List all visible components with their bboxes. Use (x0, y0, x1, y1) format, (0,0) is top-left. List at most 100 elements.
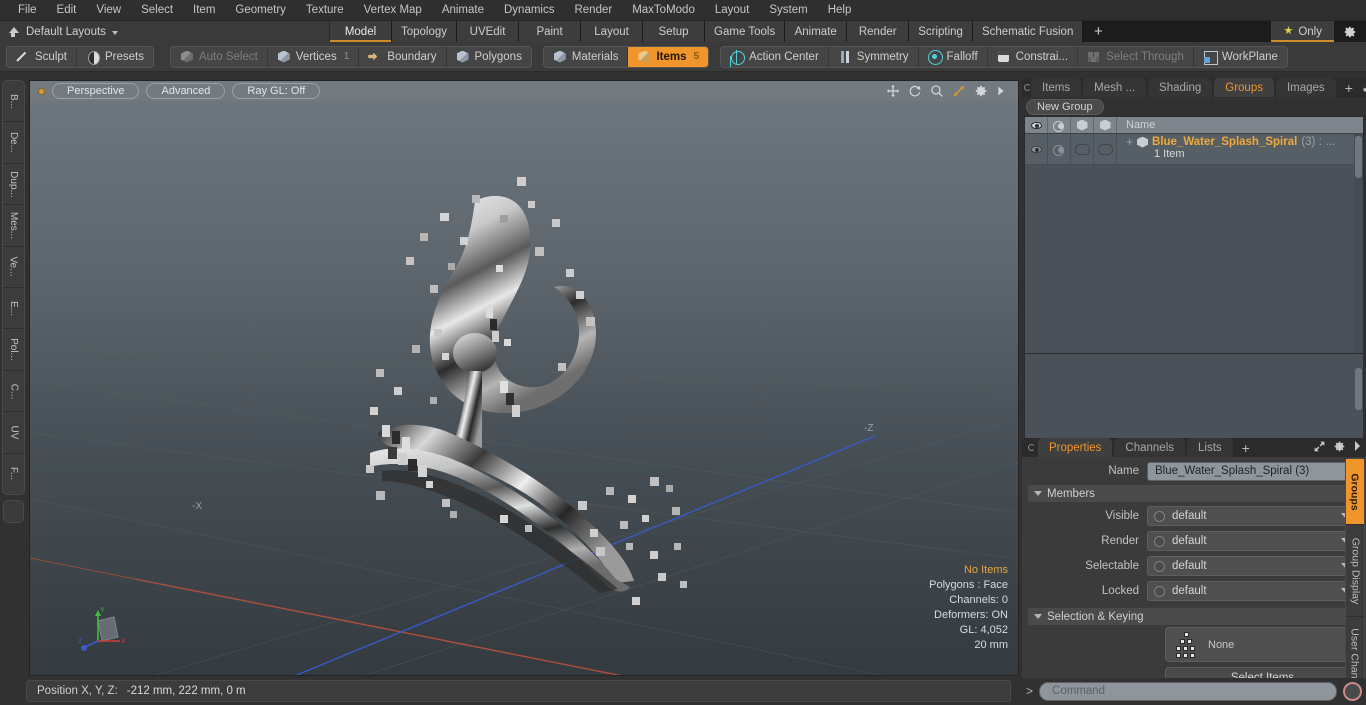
locked-dropdown[interactable]: default (1147, 581, 1358, 601)
layout-tab-schematic-fusion[interactable]: Schematic Fusion (972, 21, 1084, 42)
play-icon[interactable] (996, 84, 1010, 98)
gear-icon[interactable] (974, 84, 988, 98)
left-toolbox-extra-button[interactable] (3, 500, 24, 523)
falloff-button[interactable]: Falloff (919, 46, 988, 67)
panel-tab-images[interactable]: Images (1275, 78, 1336, 97)
materials-button[interactable]: Materials (544, 46, 629, 67)
rotate-icon[interactable] (908, 84, 922, 98)
auto-select-button[interactable]: Auto Select (171, 46, 268, 67)
render-dropdown[interactable]: default (1147, 531, 1358, 551)
left-tab-edge[interactable]: E... (3, 288, 24, 330)
left-tab-duplicate[interactable]: Dup... (3, 164, 24, 206)
panel-tab-mesh[interactable]: Mesh ... (1083, 78, 1147, 97)
select-through-button[interactable]: Select Through (1078, 46, 1194, 67)
gear-icon[interactable] (1333, 440, 1346, 456)
menu-item-render[interactable]: Render (564, 0, 622, 21)
vertices-button[interactable]: Vertices 1 (268, 46, 360, 67)
layout-tab-render[interactable]: Render (847, 21, 910, 42)
selection-keying-section-header[interactable]: Selection & Keying (1028, 608, 1360, 625)
name-field[interactable]: Blue_Water_Splash_Spiral (3) (1147, 461, 1358, 481)
table-row[interactable]: + Blue_Water_Splash_Spiral (3) : ... 1 I… (1025, 134, 1363, 165)
record-icon[interactable] (1343, 681, 1362, 701)
layout-tab-animate[interactable]: Animate (785, 21, 848, 42)
layout-tab-setup[interactable]: Setup (643, 21, 706, 42)
selection-set-dropdown[interactable]: None (1165, 627, 1360, 662)
expand-icon[interactable] (1362, 80, 1366, 96)
tab-lists[interactable]: Lists (1187, 438, 1233, 457)
left-tab-mesh[interactable]: Mes... (3, 205, 24, 247)
menu-item-layout[interactable]: Layout (705, 0, 760, 21)
action-center-button[interactable]: Action Center (721, 46, 829, 67)
menu-item-geometry[interactable]: Geometry (225, 0, 296, 21)
row-cube-toggle[interactable] (1071, 134, 1094, 164)
add-panel-tab-button[interactable]: + (1338, 78, 1360, 97)
layout-tab-uvedit[interactable]: UVEdit (457, 21, 520, 42)
panel-tab-shading[interactable]: Shading (1148, 78, 1213, 97)
layout-settings-button[interactable] (1334, 21, 1366, 42)
menu-item-item[interactable]: Item (183, 0, 225, 21)
left-tab-fusion[interactable]: F... (3, 454, 24, 494)
groups-list-scroll-thumb[interactable] (1355, 368, 1362, 410)
left-tab-uv[interactable]: UV (3, 412, 24, 454)
members-section-header[interactable]: Members (1028, 485, 1360, 502)
items-button[interactable]: Items 5 (628, 46, 709, 67)
expand-icon[interactable] (1313, 440, 1326, 456)
menu-item-texture[interactable]: Texture (296, 0, 354, 21)
panel-tab-groups[interactable]: Groups (1214, 78, 1274, 97)
visible-dropdown[interactable]: default (1147, 506, 1358, 526)
viewport-active-dot[interactable] (38, 87, 45, 95)
menu-item-view[interactable]: View (86, 0, 131, 21)
presets-button[interactable]: Presets (77, 47, 153, 67)
viewport-view-mode-button[interactable]: Perspective (52, 83, 140, 99)
vtab-groups[interactable]: Groups (1346, 459, 1364, 525)
zoom-icon[interactable] (930, 84, 944, 98)
workplane-button[interactable]: WorkPlane (1194, 47, 1287, 67)
left-tab-polygon[interactable]: Pol... (3, 329, 24, 371)
menu-item-system[interactable]: System (759, 0, 817, 21)
viewport-3d[interactable]: -X -Z Perspective Advanced Ray GL: Off N… (29, 80, 1019, 676)
layout-selector[interactable]: Default Layouts (0, 21, 330, 42)
symmetry-button[interactable]: Symmetry (829, 46, 919, 67)
row-expander-icon[interactable]: + (1126, 136, 1133, 148)
move-icon[interactable] (886, 84, 900, 98)
new-group-button[interactable]: New Group (1026, 98, 1104, 115)
tab-properties[interactable]: Properties (1038, 438, 1113, 457)
only-toggle-button[interactable]: ★ Only (1271, 21, 1334, 42)
viewport-shading-button[interactable]: Advanced (146, 83, 226, 99)
vtab-group-display[interactable]: Group Display (1346, 525, 1364, 617)
panel-menu-icon[interactable] (1024, 78, 1031, 97)
left-tab-deform[interactable]: De... (3, 122, 24, 164)
menu-item-vertex-map[interactable]: Vertex Map (354, 0, 432, 21)
add-properties-tab-button[interactable]: + (1235, 438, 1257, 457)
chevron-right-icon[interactable] (1353, 440, 1361, 455)
row-visibility-toggle[interactable] (1025, 134, 1048, 164)
layout-tab-paint[interactable]: Paint (519, 21, 582, 42)
menu-item-dynamics[interactable]: Dynamics (494, 0, 564, 21)
left-tab-vertex[interactable]: Ve... (3, 247, 24, 289)
left-tab-basic[interactable]: B... (3, 81, 24, 123)
tab-channels[interactable]: Channels (1114, 438, 1186, 457)
boundary-button[interactable]: Boundary (359, 46, 447, 67)
polygons-button[interactable]: Polygons (447, 47, 531, 67)
viewport-raygl-button[interactable]: Ray GL: Off (232, 83, 321, 99)
layout-tab-scripting[interactable]: Scripting (909, 21, 973, 42)
viewport-axis-gizmo[interactable]: Y X Z (78, 601, 138, 657)
panel-menu-icon[interactable] (1024, 438, 1038, 457)
layout-tab-layout[interactable]: Layout (581, 21, 644, 42)
fit-icon[interactable] (952, 84, 966, 98)
menu-item-file[interactable]: File (8, 0, 47, 21)
command-input[interactable]: Command (1039, 681, 1337, 701)
menu-item-help[interactable]: Help (818, 0, 862, 21)
menu-item-edit[interactable]: Edit (47, 0, 87, 21)
groups-list[interactable]: Name + Blue_Water_Splash_Spiral (3) : ..… (1024, 116, 1364, 354)
layout-tab-game-tools[interactable]: Game Tools (705, 21, 786, 42)
layout-tab-topology[interactable]: Topology (392, 21, 458, 42)
menu-item-animate[interactable]: Animate (432, 0, 494, 21)
menu-item-maxtomodo[interactable]: MaxToModo (622, 0, 705, 21)
sculpt-button[interactable]: Sculpt (7, 46, 77, 67)
row-cube2-toggle[interactable] (1094, 134, 1117, 164)
row-render-toggle[interactable] (1048, 134, 1071, 164)
add-layout-tab-button[interactable]: + (1083, 21, 1114, 42)
layout-tab-model[interactable]: Model (330, 21, 392, 42)
constraint-button[interactable]: Constrai... (988, 46, 1079, 67)
